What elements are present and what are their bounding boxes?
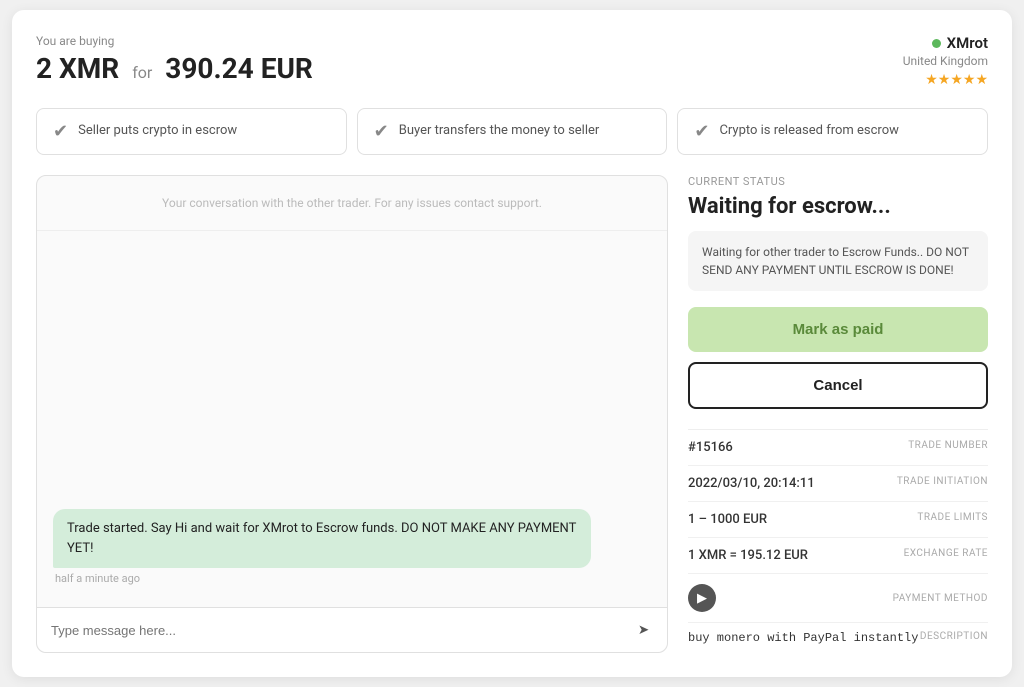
exchange-rate-label: EXCHANGE RATE	[904, 548, 988, 559]
cancel-button[interactable]: Cancel	[688, 362, 988, 409]
payment-method-icon: ▶	[688, 584, 716, 612]
trade-number-row: #15166 TRADE NUMBER	[688, 430, 988, 466]
trade-initiation-label: TRADE INITIATION	[897, 476, 988, 487]
description-row: buy monero with PayPal instantly DESCRIP…	[688, 623, 988, 653]
exchange-rate-row: 1 XMR = 195.12 EUR EXCHANGE RATE	[688, 538, 988, 574]
steps-container: ✔ Seller puts crypto in escrow ✔ Buyer t…	[36, 108, 988, 155]
right-panel: CURRENT STATUS Waiting for escrow... Wai…	[688, 175, 988, 653]
header-right: XMrot United Kingdom ★★★★★	[903, 34, 988, 88]
trade-number-label: TRADE NUMBER	[908, 440, 988, 451]
step-3-label: Crypto is released from escrow	[719, 122, 898, 140]
header-left: You are buying 2 XMR for 390.24 EUR	[36, 34, 313, 85]
step-1: ✔ Seller puts crypto in escrow	[36, 108, 347, 155]
chat-area: Your conversation with the other trader.…	[36, 175, 668, 653]
main-content: Your conversation with the other trader.…	[36, 175, 988, 653]
fiat-price: 390.24 EUR	[165, 52, 313, 85]
exchange-rate-value: 1 XMR = 195.12 EUR	[688, 548, 808, 563]
payment-method-row: ▶ PAYMENT METHOD	[688, 574, 988, 623]
step-3-icon: ✔	[694, 121, 709, 142]
crypto-amount: 2 XMR	[36, 52, 119, 85]
trade-initiation-row: 2022/03/10, 20:14:11 TRADE INITIATION	[688, 466, 988, 502]
chat-messages: Trade started. Say Hi and wait for XMrot…	[37, 231, 667, 607]
header: You are buying 2 XMR for 390.24 EUR XMro…	[36, 34, 988, 88]
online-indicator	[932, 39, 941, 48]
chat-input[interactable]	[51, 623, 634, 638]
step-1-label: Seller puts crypto in escrow	[78, 122, 237, 140]
trader-stars: ★★★★★	[903, 72, 988, 88]
mark-as-paid-button[interactable]: Mark as paid	[688, 307, 988, 352]
chat-message-1: Trade started. Say Hi and wait for XMrot…	[53, 509, 651, 585]
send-button[interactable]: ➤	[634, 618, 653, 642]
trade-info: #15166 TRADE NUMBER 2022/03/10, 20:14:11…	[688, 429, 988, 653]
description-value: buy monero with PayPal instantly	[688, 631, 918, 645]
step-2-icon: ✔	[374, 121, 389, 142]
for-text: for	[132, 63, 152, 82]
trade-limits-value: 1 – 1000 EUR	[688, 512, 767, 527]
you-are-buying-label: You are buying	[36, 34, 313, 48]
trade-limits-row: 1 – 1000 EUR TRADE LIMITS	[688, 502, 988, 538]
main-container: You are buying 2 XMR for 390.24 EUR XMro…	[12, 10, 1012, 677]
step-2-label: Buyer transfers the money to seller	[399, 122, 600, 140]
chat-time: half a minute ago	[53, 572, 140, 585]
send-icon: ➤	[638, 622, 649, 638]
step-2: ✔ Buyer transfers the money to seller	[357, 108, 668, 155]
current-status-label: CURRENT STATUS	[688, 175, 988, 188]
trade-limits-label: TRADE LIMITS	[917, 512, 988, 523]
status-title: Waiting for escrow...	[688, 194, 988, 219]
trader-name: XMrot	[903, 34, 988, 52]
chat-hint: Your conversation with the other trader.…	[37, 176, 667, 231]
trade-initiation-value: 2022/03/10, 20:14:11	[688, 476, 815, 491]
description-label: DESCRIPTION	[920, 631, 988, 642]
chat-input-area: ➤	[37, 607, 667, 652]
status-info-box: Waiting for other trader to Escrow Funds…	[688, 231, 988, 291]
trader-country: United Kingdom	[903, 54, 988, 68]
chat-bubble: Trade started. Say Hi and wait for XMrot…	[53, 509, 591, 568]
trade-number-value: #15166	[688, 440, 733, 455]
step-3: ✔ Crypto is released from escrow	[677, 108, 988, 155]
trade-amount: 2 XMR for 390.24 EUR	[36, 52, 313, 85]
payment-method-label: PAYMENT METHOD	[893, 593, 988, 604]
step-1-icon: ✔	[53, 121, 68, 142]
